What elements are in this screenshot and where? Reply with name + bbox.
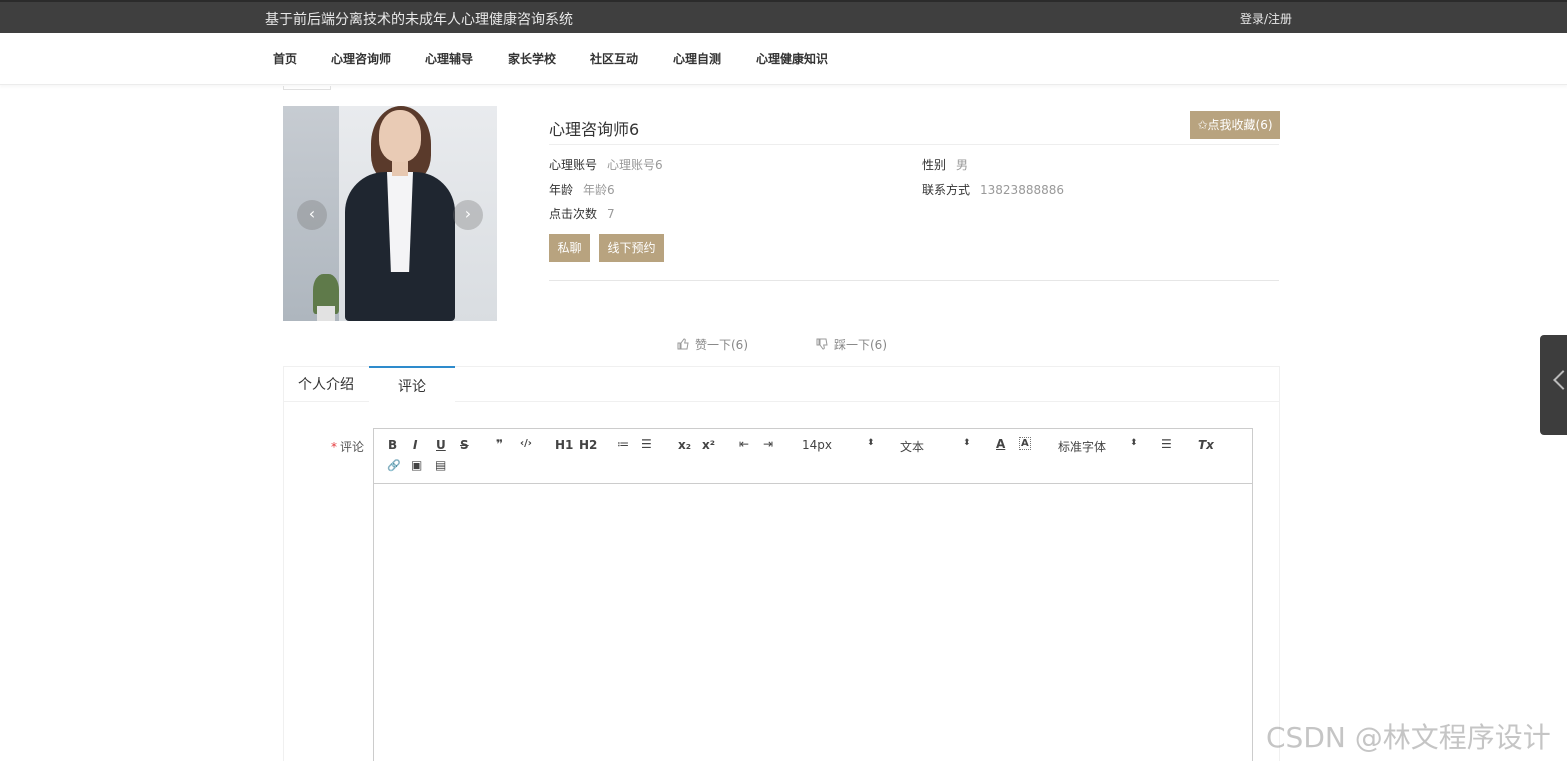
tab-intro[interactable]: 个人介绍	[283, 366, 369, 402]
field-age-label: 年龄	[549, 183, 574, 197]
bullet-list-icon[interactable]: ☰	[641, 437, 652, 451]
block-type-value: 文本	[900, 440, 925, 454]
subscript-icon[interactable]: x₂	[678, 438, 691, 452]
photo-pot	[317, 306, 335, 321]
superscript-icon[interactable]: x²	[702, 438, 715, 452]
thumbs-down-icon	[816, 338, 828, 350]
clear-format-icon[interactable]: Tx	[1198, 438, 1214, 452]
font-color-icon[interactable]: A	[996, 437, 1005, 451]
field-clicks-label: 点击次数	[549, 207, 598, 221]
nav-item-community[interactable]: 社区互动	[590, 50, 638, 67]
system-title: 基于前后端分离技术的未成年人心理健康咨询系统	[265, 12, 573, 28]
font-size-select[interactable]: 14px ⬍	[802, 438, 878, 452]
blockquote-icon[interactable]: ❞	[496, 437, 503, 451]
comment-label: * 评论	[331, 438, 364, 455]
field-gender-label: 性别	[922, 158, 947, 172]
breadcrumb-stub	[283, 86, 331, 90]
field-gender: 性别男	[922, 156, 968, 173]
nav-item-knowledge[interactable]: 心理健康知识	[756, 50, 828, 67]
align-icon[interactable]: ☰	[1161, 437, 1172, 451]
indent-icon[interactable]: ⇥	[763, 437, 773, 451]
tab-comments[interactable]: 评论	[369, 366, 455, 402]
comment-editor-area[interactable]	[374, 485, 1252, 761]
video-icon[interactable]: ▤	[435, 458, 446, 472]
image-icon[interactable]: ▣	[411, 458, 422, 472]
carousel-prev-button[interactable]: ‹	[297, 200, 327, 230]
required-mark: *	[331, 440, 337, 454]
offline-appointment-button[interactable]: 线下预约	[599, 234, 664, 262]
nav-item-parent-school[interactable]: 家长学校	[508, 50, 556, 67]
field-account-label: 心理账号	[549, 158, 598, 172]
private-chat-button[interactable]: 私聊	[549, 234, 590, 262]
carousel-next-button[interactable]: ›	[453, 200, 483, 230]
field-contact-value: 13823888886	[980, 183, 1064, 197]
dislike-label: 踩一下(6)	[834, 338, 887, 352]
field-age: 年龄 年龄6	[549, 181, 615, 198]
ordered-list-icon[interactable]: ≔	[617, 437, 629, 451]
field-age-value: 年龄6	[583, 183, 615, 197]
top-bar: 基于前后端分离技术的未成年人心理健康咨询系统 登录/注册	[0, 0, 1567, 33]
heading-1-icon[interactable]: H1	[555, 438, 573, 452]
chevron-left-icon	[1553, 370, 1567, 390]
field-account: 心理账号 心理账号6	[549, 156, 663, 173]
field-account-value: 心理账号6	[607, 158, 663, 172]
nav-item-self-test[interactable]: 心理自测	[673, 50, 721, 67]
font-size-value: 14px	[802, 438, 832, 452]
outdent-icon[interactable]: ⇤	[739, 437, 749, 451]
link-icon[interactable]: 🔗	[387, 459, 401, 472]
field-contact: 联系方式 13823888886	[922, 181, 1064, 198]
nav-item-counseling[interactable]: 心理辅导	[425, 50, 473, 67]
font-family-arrow-icon: ⬍	[1130, 438, 1138, 448]
thumbs-up-icon	[677, 338, 689, 350]
login-register-link[interactable]: 登录/注册	[1240, 10, 1292, 27]
nav-item-home[interactable]: 首页	[273, 50, 297, 67]
code-block-icon[interactable]: ‹/›	[520, 438, 532, 449]
background-color-icon[interactable]: A	[1019, 437, 1031, 450]
counselor-photo-carousel[interactable]: ‹ ›	[283, 106, 497, 321]
block-type-select[interactable]: 文本 ⬍	[900, 438, 974, 455]
counselor-name: 心理咨询师6	[549, 120, 640, 139]
photo-person-shirt	[387, 172, 413, 272]
tab-bar: 个人介绍 评论	[283, 366, 1280, 402]
block-type-arrow-icon: ⬍	[963, 438, 971, 448]
favorite-button[interactable]: ✩点我收藏(6)	[1190, 111, 1280, 139]
dislike-button[interactable]: 踩一下(6)	[816, 336, 887, 353]
underline-icon[interactable]: U	[436, 438, 446, 452]
watermark: CSDN @林文程序设计	[1266, 721, 1551, 754]
font-family-value: 标准字体	[1058, 440, 1107, 454]
field-gender-value: 男	[956, 158, 969, 172]
field-contact-label: 联系方式	[922, 183, 971, 197]
font-family-select[interactable]: 标准字体 ⬍	[1058, 438, 1138, 455]
strikethrough-icon[interactable]: S	[460, 438, 469, 452]
comment-label-text: 评论	[340, 440, 365, 454]
rich-text-editor: B I U S ❞ ‹/› H1 H2 ≔ ☰ x₂ x² ⇤ ⇥ 14px ⬍ …	[373, 428, 1253, 761]
font-size-arrow-icon: ⬍	[867, 438, 875, 448]
main-nav: 首页 心理咨询师 心理辅导 家长学校 社区互动 心理自测 心理健康知识	[0, 33, 1567, 85]
field-clicks: 点击次数 7	[549, 205, 615, 222]
field-clicks-value: 7	[607, 207, 615, 221]
like-label: 赞一下(6)	[695, 338, 748, 352]
info-bottom-divider	[549, 280, 1279, 281]
info-divider	[549, 144, 1279, 145]
editor-toolbar: B I U S ❞ ‹/› H1 H2 ≔ ☰ x₂ x² ⇤ ⇥ 14px ⬍ …	[374, 429, 1252, 484]
like-button[interactable]: 赞一下(6)	[677, 336, 748, 353]
photo-person-face	[379, 110, 421, 162]
italic-icon[interactable]: I	[413, 438, 417, 452]
side-drawer-handle[interactable]	[1540, 335, 1567, 435]
heading-2-icon[interactable]: H2	[579, 438, 597, 452]
nav-item-counselors[interactable]: 心理咨询师	[331, 50, 391, 67]
bold-icon[interactable]: B	[388, 438, 397, 452]
